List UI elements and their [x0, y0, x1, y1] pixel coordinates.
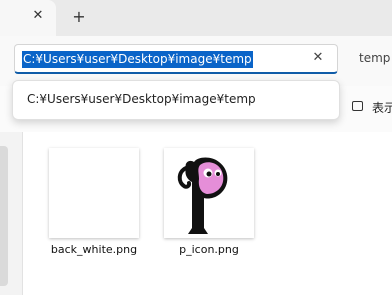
file-name[interactable]: back_white.png: [34, 243, 154, 256]
address-input-value[interactable]: C:¥Users¥user¥Desktop¥image¥temp: [22, 51, 253, 68]
navigation-scrollbar[interactable]: [0, 146, 8, 286]
search-scope-label[interactable]: temp: [359, 51, 390, 65]
view-icon[interactable]: [352, 101, 363, 111]
address-suggestions: C:¥Users¥user¥Desktop¥image¥temp: [12, 80, 340, 120]
plus-icon[interactable]: +: [72, 9, 86, 25]
file-list: back_white.png p_icon.png: [22, 132, 392, 295]
p-character-icon: [177, 157, 228, 234]
clear-icon[interactable]: ✕: [311, 51, 325, 65]
thumbnail-back-white[interactable]: [49, 148, 139, 238]
thumbnail-p-icon[interactable]: [164, 148, 254, 238]
address-bar-row: C:¥Users¥user¥Desktop¥image¥temp ✕: [0, 36, 392, 86]
tab-active[interactable]: ✕: [0, 0, 56, 36]
suggestion-item[interactable]: C:¥Users¥user¥Desktop¥image¥temp: [27, 92, 256, 106]
view-menu-button[interactable]: 表示: [372, 99, 392, 116]
tab-strip: ✕ +: [0, 0, 392, 36]
close-icon[interactable]: ✕: [31, 9, 45, 23]
file-name[interactable]: p_icon.png: [149, 243, 269, 256]
address-input[interactable]: C:¥Users¥user¥Desktop¥image¥temp ✕: [14, 44, 338, 74]
